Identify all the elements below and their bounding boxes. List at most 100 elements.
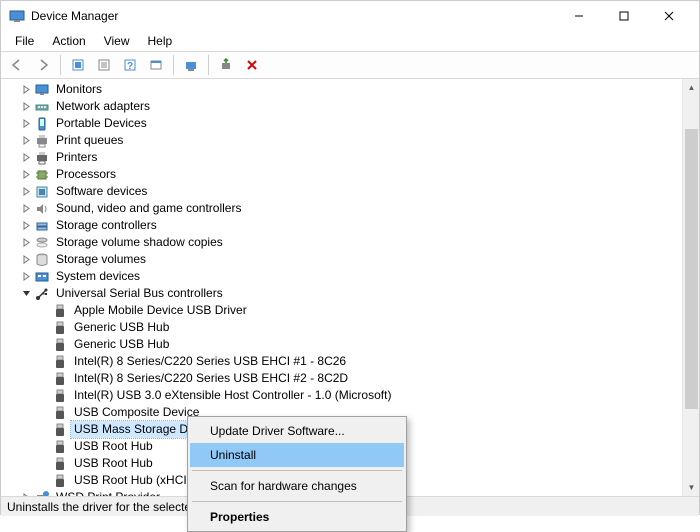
tree-node-label: Sound, video and game controllers	[53, 200, 244, 217]
device-node[interactable]: Apple Mobile Device USB Driver	[35, 302, 682, 319]
category-node[interactable]: Network adapters	[17, 98, 682, 115]
shadow-icon	[34, 235, 50, 251]
tree-node-label: Portable Devices	[53, 115, 150, 132]
minimize-button[interactable]	[556, 1, 601, 31]
usb-dev-icon	[52, 439, 68, 455]
sound-icon	[34, 201, 50, 217]
expand-icon[interactable]	[19, 491, 33, 497]
expand-icon[interactable]	[19, 253, 33, 267]
scroll-thumb[interactable]	[685, 129, 698, 409]
maximize-button[interactable]	[601, 1, 646, 31]
expand-icon[interactable]	[19, 168, 33, 182]
portable-icon	[34, 116, 50, 132]
tree-node-label: Software devices	[53, 183, 150, 200]
uninstall-button[interactable]	[240, 53, 264, 77]
expand-icon[interactable]	[19, 83, 33, 97]
tree-node-label: USB Composite Device	[71, 404, 202, 421]
properties-button[interactable]	[92, 53, 116, 77]
category-node[interactable]: Storage volumes	[17, 251, 682, 268]
expand-icon[interactable]	[19, 185, 33, 199]
menu-help[interactable]: Help	[140, 32, 181, 50]
expand-icon[interactable]	[19, 117, 33, 131]
usb-dev-icon	[52, 371, 68, 387]
separator	[192, 470, 402, 471]
scroll-down-button[interactable]: ▼	[683, 479, 700, 496]
category-node[interactable]: Storage controllers	[17, 217, 682, 234]
category-node[interactable]: Monitors	[17, 81, 682, 98]
device-node[interactable]: Intel(R) 8 Series/C220 Series USB EHCI #…	[35, 353, 682, 370]
category-node-usb[interactable]: Universal Serial Bus controllers	[17, 285, 682, 302]
tree-node-label: Storage controllers	[53, 217, 160, 234]
tree-node-label: Monitors	[53, 81, 105, 98]
category-node[interactable]: Portable Devices	[17, 115, 682, 132]
tree-node-label: USB Root Hub	[71, 438, 156, 455]
tree-node-label: USB Root Hub (xHCI)	[71, 472, 194, 489]
printer-icon	[34, 133, 50, 149]
toolbar: ?	[1, 51, 699, 79]
show-hidden-button[interactable]	[66, 53, 90, 77]
tree-node-label: USB Root Hub	[71, 455, 156, 472]
expand-icon[interactable]	[19, 219, 33, 233]
tree-node-label: Generic USB Hub	[71, 319, 172, 336]
category-node[interactable]: Printers	[17, 149, 682, 166]
device-node[interactable]: Intel(R) USB 3.0 eXtensible Host Control…	[35, 387, 682, 404]
tree-node-label: WSD Print Provider	[53, 489, 163, 496]
expand-icon[interactable]	[19, 151, 33, 165]
client-area: MonitorsNetwork adaptersPortable Devices…	[1, 79, 699, 496]
software-icon	[34, 184, 50, 200]
menu-bar: File Action View Help	[1, 31, 699, 51]
menu-view[interactable]: View	[96, 32, 138, 50]
expand-icon[interactable]	[19, 236, 33, 250]
separator	[208, 55, 209, 75]
category-node[interactable]: Print queues	[17, 132, 682, 149]
tree-node-label: Printers	[53, 149, 100, 166]
usb-dev-icon	[52, 337, 68, 353]
context-uninstall[interactable]: Uninstall	[190, 443, 404, 467]
usb-dev-icon	[52, 388, 68, 404]
usb-dev-icon	[52, 456, 68, 472]
category-node[interactable]: Software devices	[17, 183, 682, 200]
tree-node-label: Network adapters	[53, 98, 153, 115]
help-button[interactable]: ?	[118, 53, 142, 77]
tree-node-label: Print queues	[53, 132, 126, 149]
separator	[192, 501, 402, 502]
svg-text:?: ?	[127, 61, 133, 72]
usb-dev-icon	[52, 422, 68, 438]
wsd-icon	[34, 490, 50, 497]
scan-hardware-button[interactable]	[214, 53, 238, 77]
expand-icon[interactable]	[19, 270, 33, 284]
storage-icon	[34, 218, 50, 234]
view-button[interactable]	[144, 53, 168, 77]
monitor-icon	[34, 82, 50, 98]
vertical-scrollbar[interactable]: ▲ ▼	[682, 79, 699, 496]
device-node[interactable]: Generic USB Hub	[35, 336, 682, 353]
back-button[interactable]	[5, 53, 29, 77]
tree-node-label: System devices	[53, 268, 143, 285]
category-node[interactable]: System devices	[17, 268, 682, 285]
expand-icon[interactable]	[19, 134, 33, 148]
expand-icon[interactable]	[19, 100, 33, 114]
update-driver-button[interactable]	[179, 53, 203, 77]
close-button[interactable]	[646, 1, 691, 31]
category-node[interactable]: Processors	[17, 166, 682, 183]
menu-file[interactable]: File	[7, 32, 42, 50]
device-node[interactable]: Generic USB Hub	[35, 319, 682, 336]
forward-button[interactable]	[31, 53, 55, 77]
usb-cat-icon	[34, 286, 50, 302]
collapse-icon[interactable]	[19, 287, 33, 301]
window-title: Device Manager	[31, 9, 118, 23]
category-node[interactable]: Sound, video and game controllers	[17, 200, 682, 217]
separator	[60, 55, 61, 75]
context-properties[interactable]: Properties	[190, 505, 404, 529]
scroll-up-button[interactable]: ▲	[683, 79, 700, 96]
device-node[interactable]: Intel(R) 8 Series/C220 Series USB EHCI #…	[35, 370, 682, 387]
context-scan-hardware[interactable]: Scan for hardware changes	[190, 474, 404, 498]
menu-action[interactable]: Action	[44, 32, 93, 50]
volume-icon	[34, 252, 50, 268]
printer2-icon	[34, 150, 50, 166]
expand-icon[interactable]	[19, 202, 33, 216]
category-node[interactable]: Storage volume shadow copies	[17, 234, 682, 251]
context-update-driver[interactable]: Update Driver Software...	[190, 419, 404, 443]
tree-node-label: Storage volumes	[53, 251, 149, 268]
usb-dev-icon	[52, 320, 68, 336]
